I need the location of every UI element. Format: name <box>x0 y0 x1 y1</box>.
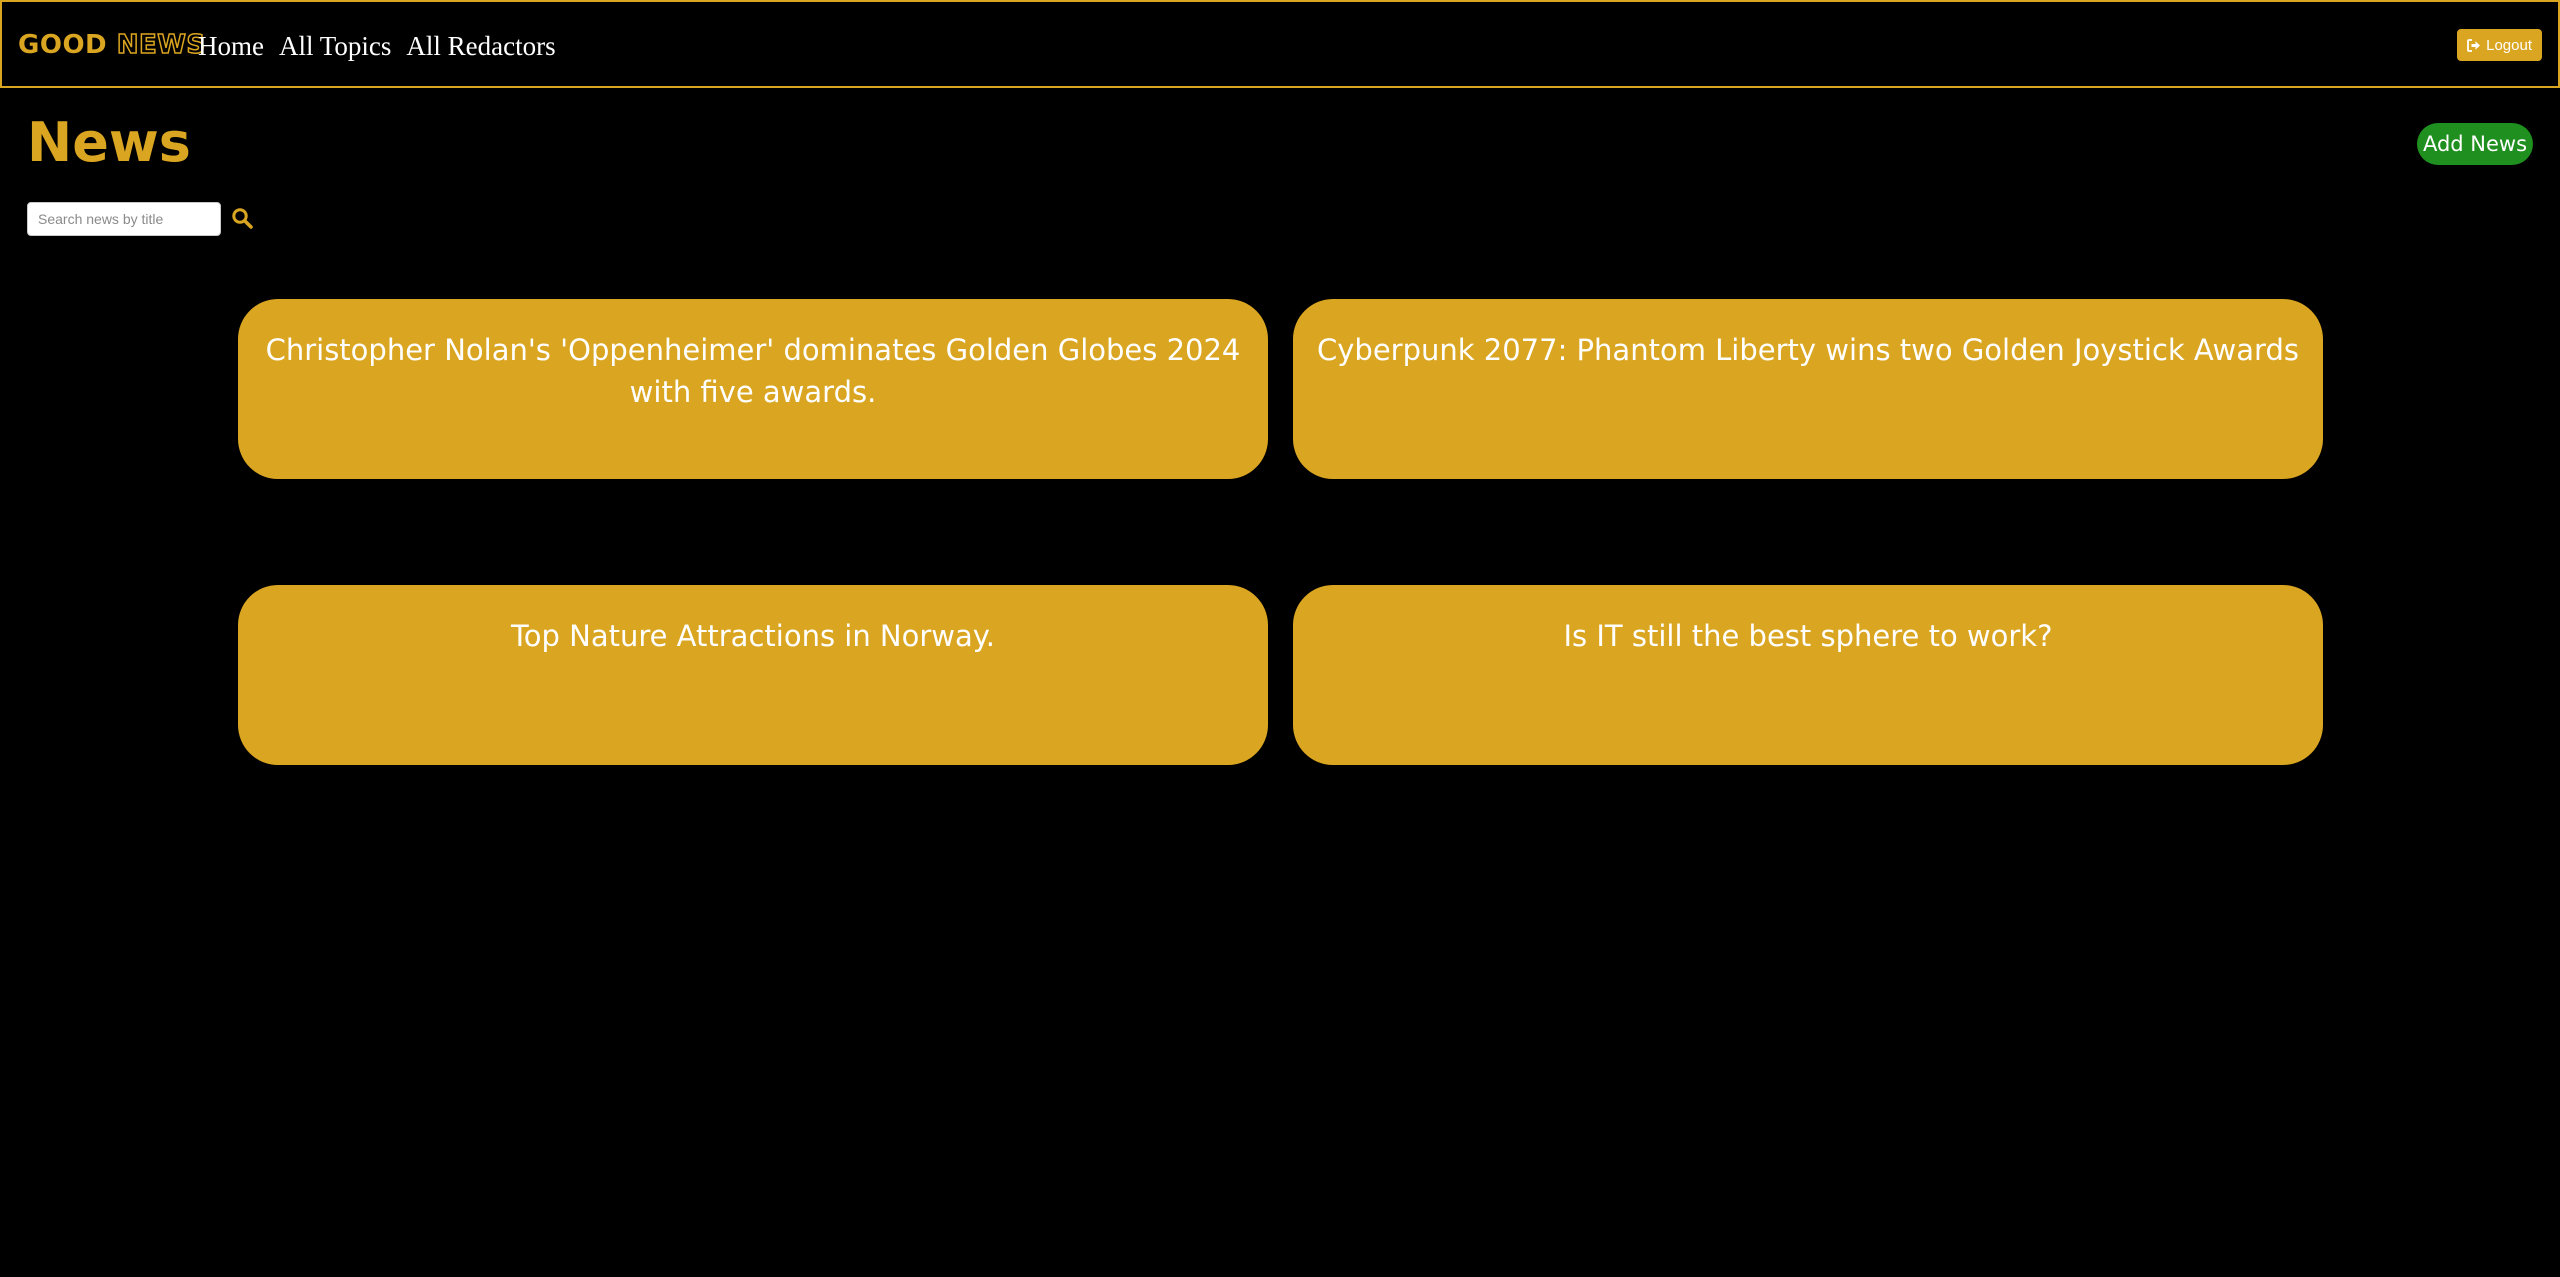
news-card[interactable]: Cyberpunk 2077: Phantom Liberty wins two… <box>1293 299 2323 479</box>
search-icon <box>232 208 253 229</box>
news-card-title: Cyberpunk 2077: Phantom Liberty wins two… <box>1317 333 2299 367</box>
nav-link-all-redactors[interactable]: All Redactors <box>406 28 555 64</box>
brand-news: NEWS <box>116 29 206 61</box>
news-card-title: Is IT still the best sphere to work? <box>1563 619 2053 653</box>
news-card[interactable]: Christopher Nolan's 'Oppenheimer' domina… <box>238 299 1268 479</box>
navbar: GOOD NEWS Home All Topics All Redactors … <box>0 0 2560 88</box>
sign-out-icon <box>2467 38 2481 52</box>
nav-links: Home All Topics All Redactors <box>198 28 556 64</box>
nav-link-home[interactable]: Home <box>198 28 264 64</box>
logout-label: Logout <box>2486 36 2532 54</box>
brand-good: GOOD <box>18 30 108 60</box>
search-input[interactable] <box>27 202 221 236</box>
brand-logo[interactable]: GOOD NEWS <box>18 28 206 62</box>
news-card[interactable]: Is IT still the best sphere to work? <box>1293 585 2323 765</box>
nav-link-all-topics[interactable]: All Topics <box>279 28 391 64</box>
add-news-button[interactable]: Add News <box>2417 123 2533 165</box>
news-card-title: Christopher Nolan's 'Oppenheimer' domina… <box>265 333 1241 409</box>
page-title: News <box>27 111 191 174</box>
news-card[interactable]: Top Nature Attractions in Norway. <box>238 585 1268 765</box>
logout-button[interactable]: Logout <box>2457 29 2542 61</box>
search-button[interactable] <box>228 204 256 232</box>
news-card-title: Top Nature Attractions in Norway. <box>510 619 996 653</box>
